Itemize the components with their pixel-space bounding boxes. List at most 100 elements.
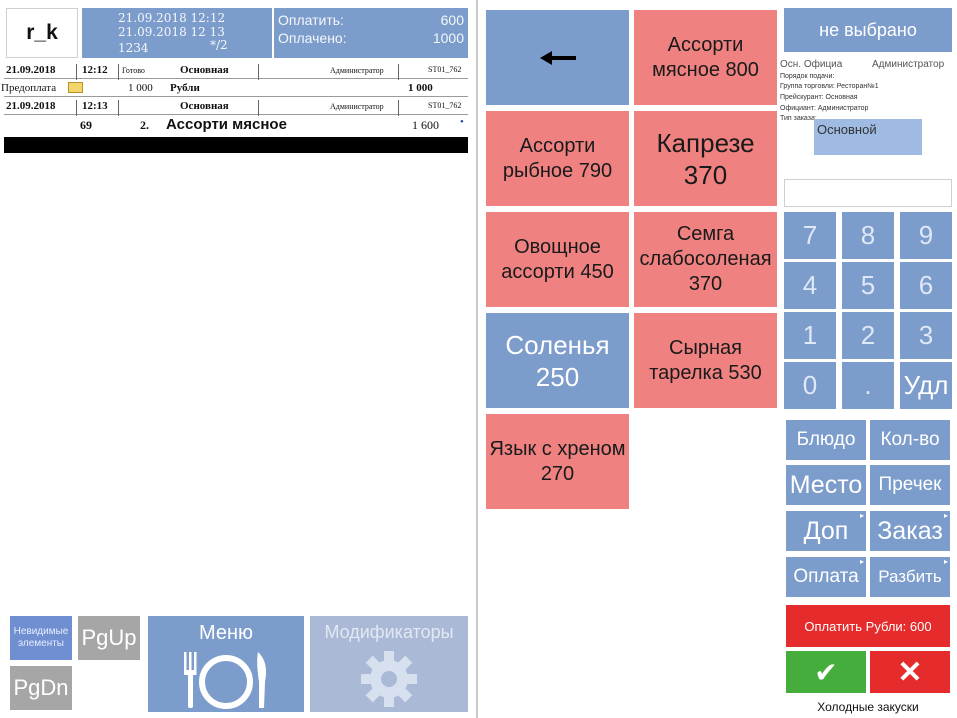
to-pay-value: 600 [440, 12, 464, 28]
dish-marker: • [460, 116, 464, 128]
split-label: Разбить [878, 567, 942, 586]
extra-label: Доп [803, 516, 849, 545]
order-row-prepayment[interactable]: Предоплата 1 000 Рубли 1 000 [1, 80, 468, 97]
arrow-left-icon [539, 50, 576, 65]
row-waiter: Администратор [330, 102, 384, 111]
price-list: Прейскурант: Основная [780, 94, 858, 101]
gear-icon [361, 651, 417, 707]
row-station: ST01_762 [428, 65, 462, 74]
selection-bar[interactable] [4, 137, 468, 153]
to-pay-label: Оплатить: [278, 12, 344, 28]
key-0[interactable]: 0 [784, 362, 836, 409]
order-number: 1234 [118, 41, 149, 55]
dish-code: 69 [80, 118, 92, 132]
not-chosen-button[interactable]: не выбрано [784, 8, 952, 52]
quantity-input[interactable] [784, 179, 952, 207]
modifiers-button[interactable]: Модификаторы [310, 616, 468, 712]
dish-tile[interactable]: Ассорти мясное 800 [634, 10, 777, 105]
key-4[interactable]: 4 [784, 262, 836, 309]
submenu-marker-icon: ▸ [943, 511, 948, 520]
menu-badge[interactable]: Основной [814, 119, 922, 155]
folder-icon [68, 82, 83, 93]
order-header: 21.09.2018 12:12 21.09.2018 12 13 1234 *… [82, 8, 272, 58]
order-row-session[interactable]: 21.09.2018 12:13 Основная Администратор … [4, 98, 468, 116]
payment-label: Оплата [793, 566, 859, 587]
paid-value: 1000 [432, 30, 464, 46]
modifiers-label: Модификаторы [324, 622, 454, 642]
menu-button[interactable]: Меню [148, 616, 304, 712]
submenu-marker-icon: ▸ [943, 557, 948, 566]
quantity-button[interactable]: Кол-во [870, 420, 950, 460]
checkmark-icon: ✔ [814, 656, 838, 688]
close-icon: ✕ [897, 655, 923, 689]
pay-rubles-button[interactable]: Оплатить Рубли: 600 [786, 605, 950, 647]
order-panel: r_k 21.09.2018 12:12 21.09.2018 12 13 12… [0, 0, 478, 718]
dish-name: Ассорти мясное [166, 116, 287, 133]
row-menu: Основная [180, 100, 229, 112]
row-station: ST01_762 [428, 101, 462, 110]
order-printed-time: 21.09.2018 12 13 [118, 25, 225, 39]
payment-summary: Оплатить: 600 Оплачено: 1000 [274, 8, 468, 58]
dish-tile[interactable]: Капрезе 370 [634, 111, 777, 206]
back-button[interactable] [486, 10, 629, 105]
payment-button[interactable]: Оплата ▸ [786, 557, 866, 597]
dish-index: 2. [140, 118, 149, 132]
confirm-button[interactable]: ✔ [786, 651, 866, 693]
key-1[interactable]: 1 [784, 312, 836, 359]
row-status: Готово [122, 66, 145, 75]
row-waiter: Администратор [330, 66, 384, 75]
plate-cutlery-icon [184, 652, 267, 709]
waiter-value: Администратор [872, 59, 945, 70]
key-9[interactable]: 9 [900, 212, 952, 259]
submenu-marker-icon: ▸ [859, 511, 864, 520]
precheck-button[interactable]: Пречек [870, 465, 950, 505]
serve-order: Порядок подачи: [780, 73, 835, 80]
invisible-elements-button[interactable]: Невидимые элементы [10, 616, 72, 660]
order-button[interactable]: Заказ ▸ [870, 511, 950, 551]
key-7[interactable]: 7 [784, 212, 836, 259]
paid-label: Оплачено: [278, 30, 347, 46]
row-time: 12:13 [82, 100, 108, 112]
key-6[interactable]: 6 [900, 262, 952, 309]
order-row-dish[interactable]: 69 2. Ассорти мясное 1 600 • [4, 116, 468, 136]
order-label: Заказ [877, 516, 943, 545]
split-button[interactable]: Разбить ▸ [870, 557, 950, 597]
trade-group: Группа торговли: Ресторан№1 [780, 83, 879, 90]
row-date: 21.09.2018 [6, 100, 56, 112]
order-row-session[interactable]: 21.09.2018 12:12 Готово Основная Админис… [4, 62, 468, 80]
waiter-line: Официант: Администратор [780, 105, 869, 112]
prepay-total: 1 000 [408, 82, 433, 94]
dish-tile[interactable]: Ассорти рыбное 790 [486, 111, 629, 206]
key-2[interactable]: 2 [842, 312, 894, 359]
row-time: 12:12 [82, 64, 108, 76]
pgdn-button[interactable]: PgDn [10, 666, 72, 710]
dish-tile[interactable]: Семга слабосоленая 370 [634, 212, 777, 307]
dish-tile[interactable]: Язык с хреном 270 [486, 414, 629, 509]
pgup-button[interactable]: PgUp [78, 616, 140, 660]
menu-label: Меню [198, 622, 254, 644]
prepay-currency: Рубли [170, 82, 200, 94]
order-type: Тип заказа: [780, 115, 817, 122]
dish-tile[interactable]: Овощное ассорти 450 [486, 212, 629, 307]
row-menu: Основная [180, 64, 229, 76]
row-date: 21.09.2018 [6, 64, 56, 76]
extra-button[interactable]: Доп ▸ [786, 511, 866, 551]
key-delete[interactable]: Удл [900, 362, 952, 409]
key-5[interactable]: 5 [842, 262, 894, 309]
dish-tile[interactable]: Сырная тарелка 530 [634, 313, 777, 408]
submenu-marker-icon: ▸ [859, 557, 864, 566]
waiter-label: Осн. Официа [780, 59, 843, 70]
dish-price: 1 600 [412, 118, 439, 132]
dish-tile[interactable]: Соленья 250 [486, 313, 629, 408]
key-dot[interactable]: . [842, 362, 894, 409]
key-8[interactable]: 8 [842, 212, 894, 259]
prepay-amount: 1 000 [128, 82, 153, 94]
cancel-button[interactable]: ✕ [870, 651, 950, 693]
logo: r_k [6, 8, 78, 58]
key-3[interactable]: 3 [900, 312, 952, 359]
guest-count: */2 [210, 38, 228, 52]
order-opened-time: 21.09.2018 12:12 [118, 11, 226, 25]
seat-button[interactable]: Место [786, 465, 866, 505]
dish-button[interactable]: Блюдо [786, 420, 866, 460]
prepay-label: Предоплата [1, 82, 57, 94]
